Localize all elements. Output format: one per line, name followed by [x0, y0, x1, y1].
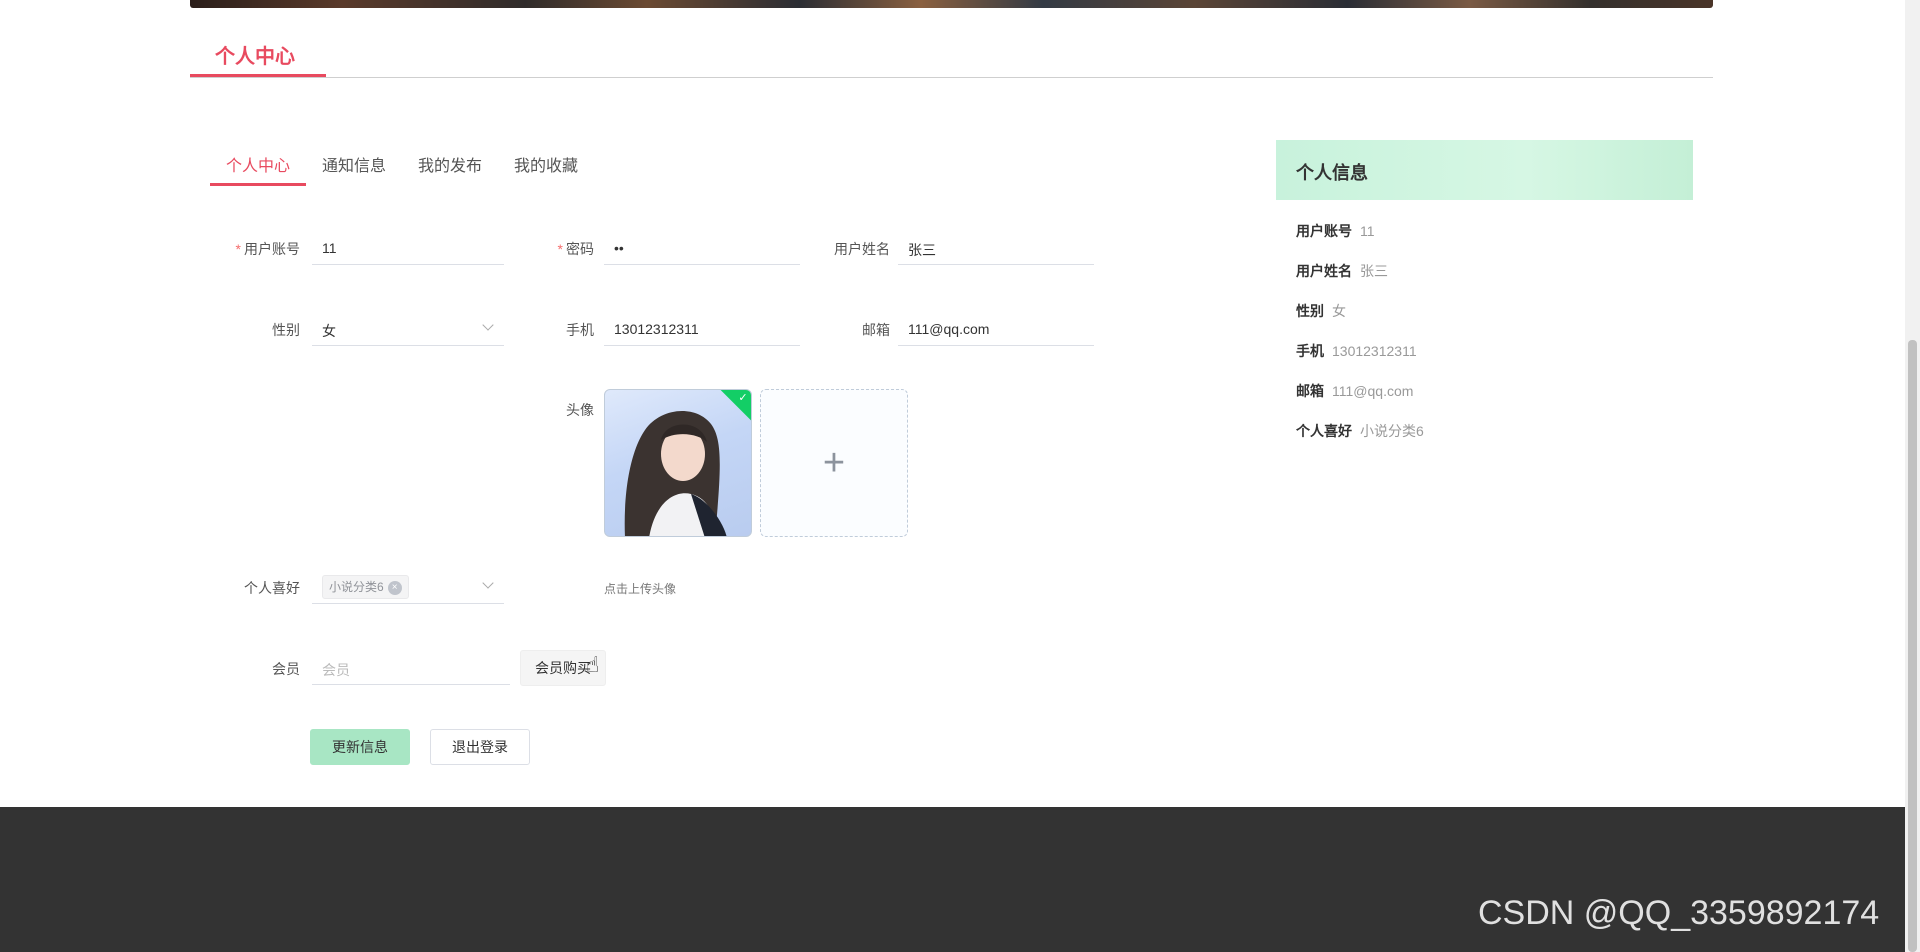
email-field[interactable]: 111@qq.com: [898, 312, 1094, 346]
tab-notifications[interactable]: 通知信息: [322, 152, 386, 176]
phone-label: 手机: [566, 322, 594, 338]
tag-close-icon[interactable]: ×: [387, 581, 402, 595]
hand-cursor-icon: ☝: [586, 652, 600, 677]
info-row-name: 用户姓名 张三: [1296, 263, 1388, 279]
logout-button[interactable]: 退出登录: [430, 729, 530, 765]
name-field[interactable]: 张三: [898, 231, 1094, 265]
plus-icon: +: [822, 441, 846, 484]
gender-select[interactable]: 女: [312, 312, 504, 346]
page-title: 个人中心: [215, 46, 295, 68]
upload-tip: 点击上传头像: [604, 582, 677, 596]
avatar-upload-button[interactable]: +: [760, 389, 908, 537]
password-field[interactable]: ••: [604, 231, 800, 265]
avatar-image[interactable]: ✓: [604, 389, 752, 537]
hobby-tag: 小说分类6 ×: [322, 575, 409, 599]
avatar-label: 头像: [566, 402, 594, 418]
hobby-tag-text: 小说分类6: [329, 580, 384, 594]
chevron-down-icon: [482, 319, 494, 331]
password-label: * 密码: [557, 241, 594, 257]
info-row-gender: 性别女: [1296, 303, 1346, 319]
watermark: CSDN @QQ_3359892174: [1478, 894, 1880, 932]
hobby-select[interactable]: 小说分类6 ×: [312, 570, 504, 604]
gender-label: 性别: [272, 322, 300, 338]
account-field[interactable]: 11: [312, 231, 504, 265]
info-row-email: 邮箱 111@qq.com: [1296, 383, 1414, 399]
scrollbar-thumb[interactable]: [1908, 340, 1917, 952]
avatar-portrait-icon: [624, 411, 727, 536]
tab-personal-center[interactable]: 个人中心: [226, 152, 290, 176]
info-row-hobby: 个人喜好 小说分类6: [1296, 423, 1424, 439]
name-label: 用户姓名: [834, 241, 890, 257]
hobby-label: 个人喜好: [244, 580, 300, 596]
member-field[interactable]: 会员: [312, 651, 510, 685]
tab-my-favorites[interactable]: 我的收藏: [514, 152, 578, 176]
update-info-button[interactable]: 更新信息: [310, 729, 410, 765]
phone-field[interactable]: 13012312311: [604, 312, 800, 346]
title-divider: [190, 77, 1713, 78]
banner-image-strip: [190, 0, 1713, 8]
gender-value: 女: [322, 323, 336, 339]
info-panel-title: 个人信息: [1276, 140, 1693, 200]
chevron-down-icon: [482, 577, 494, 589]
tab-my-posts[interactable]: 我的发布: [418, 152, 482, 176]
tab-active-indicator: [210, 183, 306, 186]
email-label: 邮箱: [862, 322, 890, 338]
info-row-account: 用户账号 11: [1296, 223, 1375, 239]
member-label: 会员: [272, 661, 300, 677]
info-row-phone: 手机 13012312311: [1296, 343, 1417, 359]
account-label: * 用户账号: [235, 241, 300, 257]
